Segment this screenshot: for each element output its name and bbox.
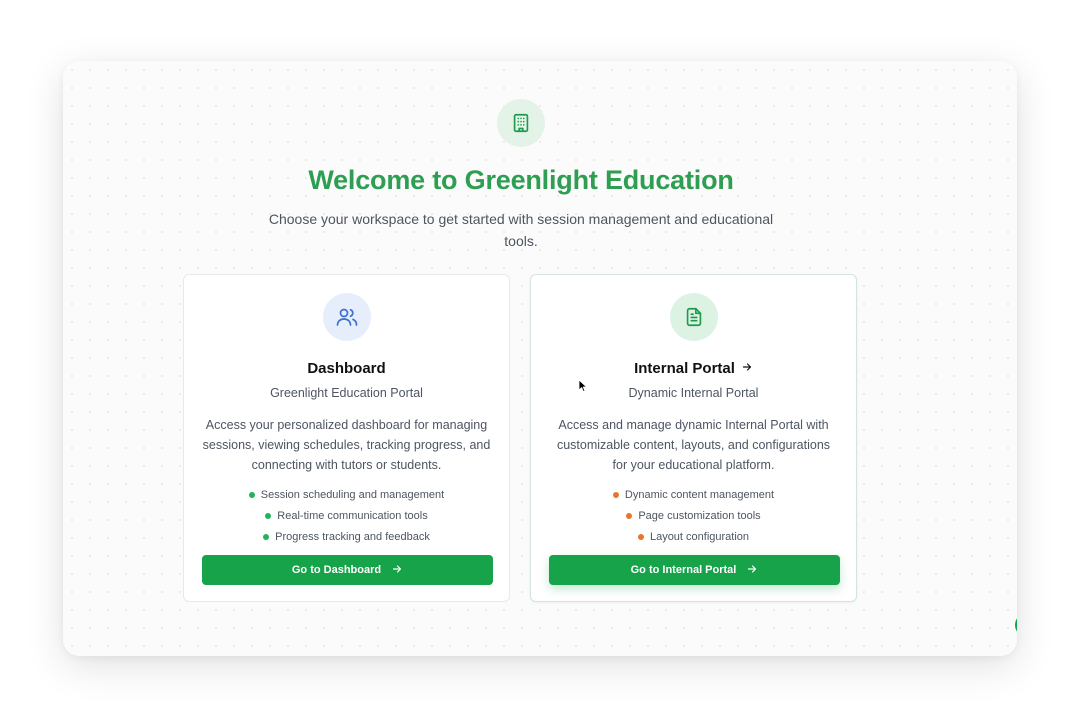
mouse-pointer-icon [578, 379, 588, 398]
feature-text: Page customization tools [638, 509, 761, 522]
go-to-dashboard-label: Go to Dashboard [291, 564, 382, 576]
dashboard-card[interactable]: Dashboard Greenlight Education Portal Ac… [183, 274, 510, 602]
page-subtitle: Choose your workspace to get started wit… [268, 211, 774, 249]
feature-text: Real-time communication tools [277, 509, 428, 522]
dashboard-card-title-text: Dashboard [307, 360, 386, 377]
building-icon [497, 99, 545, 147]
app-window: Welcome to Greenlight Education Choose y… [63, 61, 1017, 656]
bullet-dot-icon [263, 533, 270, 540]
arrow-right-icon [391, 563, 403, 578]
list-item: Session scheduling and management [184, 484, 509, 505]
bullet-dot-icon [248, 491, 255, 498]
floating-action-button[interactable] [1015, 613, 1017, 637]
list-item: Dynamic content management [531, 484, 856, 505]
list-item: Layout configuration [531, 526, 856, 547]
arrow-right-icon [746, 563, 758, 578]
feature-text: Progress tracking and feedback [275, 530, 430, 543]
dashboard-card-description: Access your personalized dashboard for m… [202, 418, 491, 472]
internal-portal-card-title[interactable]: Internal Portal [531, 360, 856, 377]
internal-portal-card-title-text: Internal Portal [634, 360, 735, 377]
dashboard-feature-list: Session scheduling and management Real-t… [184, 484, 509, 547]
feature-text: Session scheduling and management [260, 488, 445, 501]
bullet-dot-icon [637, 533, 644, 540]
bullet-dot-icon [612, 491, 619, 498]
internal-portal-card-description: Access and manage dynamic Internal Porta… [556, 418, 831, 472]
internal-portal-card[interactable]: Internal Portal Dynamic Internal Portal … [530, 274, 857, 602]
bullet-dot-icon [626, 512, 633, 519]
go-to-dashboard-button[interactable]: Go to Dashboard [202, 555, 493, 585]
list-item: Progress tracking and feedback [184, 526, 509, 547]
go-to-internal-portal-button[interactable]: Go to Internal Portal [549, 555, 840, 585]
users-icon [323, 293, 371, 341]
list-item: Real-time communication tools [184, 505, 509, 526]
feature-text: Dynamic content management [624, 488, 775, 501]
list-item: Page customization tools [531, 505, 856, 526]
document-icon [670, 293, 718, 341]
bullet-dot-icon [265, 512, 272, 519]
page-title: Welcome to Greenlight Education [308, 165, 734, 195]
dashboard-card-title[interactable]: Dashboard [184, 360, 509, 377]
internal-portal-feature-list: Dynamic content management Page customiz… [531, 484, 856, 547]
feature-text: Layout configuration [649, 530, 750, 543]
dashboard-card-subtitle: Greenlight Education Portal [270, 386, 423, 400]
arrow-right-icon [741, 360, 753, 377]
go-to-internal-portal-label: Go to Internal Portal [630, 564, 737, 576]
